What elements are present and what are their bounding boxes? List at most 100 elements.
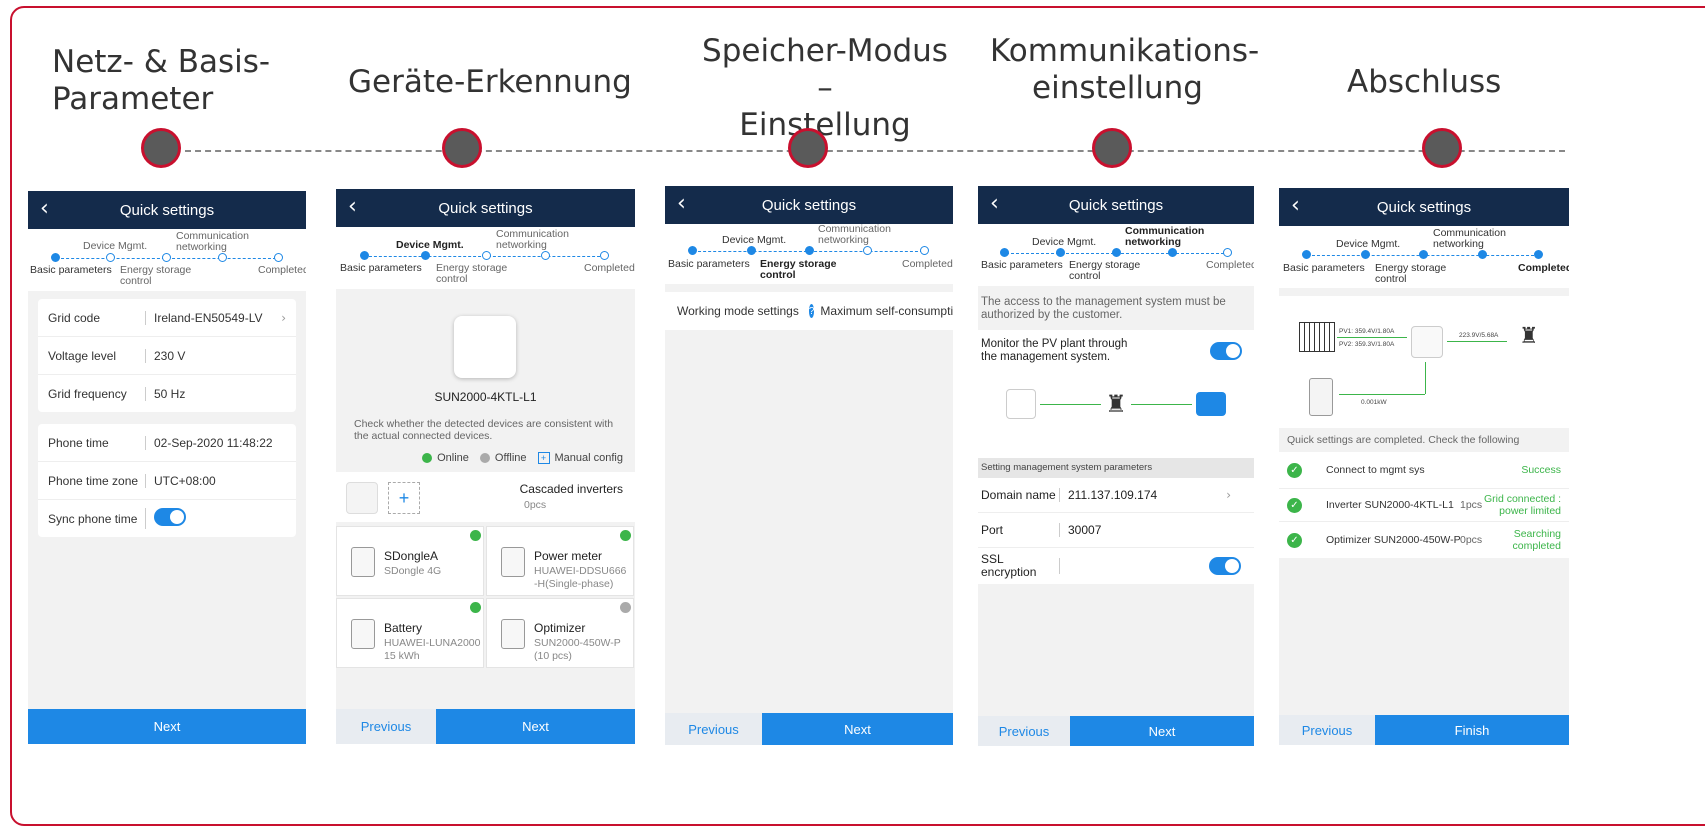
monitor-text: Monitor the PV plant through the managem… bbox=[981, 338, 1128, 363]
phone-time-row[interactable]: Phone time 02-Sep-2020 11:48:22 bbox=[38, 424, 296, 462]
device-sub: HUAWEI-LUNA2000 15 kWh bbox=[384, 637, 481, 662]
step-indicator: Basic parameters Device Mgmt. Energy sto… bbox=[28, 229, 306, 291]
next-button[interactable]: Next bbox=[762, 713, 953, 745]
check-item: Inverter SUN2000-4KTL-L1 bbox=[1326, 499, 1454, 511]
manual-config-icon: + bbox=[537, 452, 550, 464]
grid-code-row[interactable]: Grid code Ireland-EN50549-LV › bbox=[38, 299, 296, 337]
legend-manual: Manual config bbox=[554, 452, 624, 464]
step-dot-1 bbox=[51, 253, 60, 262]
row-value: UTC+08:00 bbox=[145, 473, 286, 488]
step-label-device: Device Mgmt. bbox=[396, 239, 464, 251]
back-arrow-icon[interactable]: ‹ bbox=[990, 191, 999, 216]
step-label-device: Device Mgmt. bbox=[1336, 238, 1401, 250]
sync-time-toggle[interactable] bbox=[154, 508, 186, 526]
device-sub: HUAWEI-DDSU666 -H(Single-phase) bbox=[534, 565, 627, 590]
device-name: Power meter bbox=[534, 549, 603, 563]
back-arrow-icon[interactable]: ‹ bbox=[348, 194, 357, 219]
previous-button[interactable]: Previous bbox=[665, 713, 762, 745]
step-label-storage-2: control bbox=[1069, 270, 1101, 282]
port-value: 30007 bbox=[1059, 523, 1251, 537]
monitor-toggle[interactable] bbox=[1210, 342, 1242, 360]
power-meter-icon bbox=[501, 547, 525, 577]
working-mode-row[interactable]: Working mode settings ? Maximum self-con… bbox=[665, 292, 953, 330]
step-label-basic: Basic parameters bbox=[981, 259, 1063, 271]
previous-button[interactable]: Previous bbox=[978, 716, 1070, 746]
next-button[interactable]: Next bbox=[436, 709, 635, 744]
online-status-icon bbox=[470, 602, 481, 613]
timeline-node-5 bbox=[1422, 128, 1462, 168]
status-legend: Online Offline + Manual config bbox=[422, 452, 623, 464]
app-header: ‹ Quick settings bbox=[336, 189, 635, 227]
step-dot-1 bbox=[1000, 248, 1009, 257]
step-label-completed: Completed bbox=[1206, 259, 1254, 271]
step-label-device: Device Mgmt. bbox=[83, 240, 148, 252]
screen-title: Quick settings bbox=[1376, 198, 1472, 216]
step-indicator: Basic parameters Device Mgmt. Energy sto… bbox=[336, 227, 635, 289]
step-indicator: Basic parameters Device Mgmt. Energy sto… bbox=[665, 224, 953, 284]
back-arrow-icon[interactable]: ‹ bbox=[40, 196, 49, 221]
check-status: Grid connected : power limited bbox=[1483, 493, 1561, 517]
ssl-toggle[interactable] bbox=[1209, 557, 1241, 575]
step-label-basic: Basic parameters bbox=[1283, 262, 1365, 274]
chevron-right-icon: › bbox=[281, 310, 286, 325]
device-card-battery[interactable]: Battery HUAWEI-LUNA2000 15 kWh bbox=[336, 598, 484, 668]
online-status-icon bbox=[620, 530, 631, 541]
pv2-reading: PV2: 359.3V/1.80A bbox=[1339, 341, 1395, 348]
previous-button[interactable]: Previous bbox=[336, 709, 436, 744]
row-label: Grid code bbox=[48, 310, 101, 325]
device-name: Battery bbox=[384, 621, 423, 635]
app-header: ‹ Quick settings bbox=[1279, 188, 1569, 226]
step-dot-5 bbox=[1223, 248, 1232, 257]
step-dot-3 bbox=[805, 246, 814, 255]
inverter-model: SUN2000-4KTL-L1 bbox=[434, 390, 537, 404]
add-inverter-button[interactable]: + bbox=[388, 482, 420, 514]
device-name: Optimizer bbox=[534, 621, 586, 635]
next-button[interactable]: Next bbox=[28, 709, 306, 744]
step-label-storage-2: control bbox=[760, 269, 796, 281]
connection-diagram: ♜ bbox=[1006, 382, 1227, 426]
step-dot-2 bbox=[1361, 250, 1370, 259]
cloud-monitor-icon bbox=[1196, 392, 1227, 416]
row-label: Phone time bbox=[48, 435, 109, 450]
step-dot-4 bbox=[1168, 248, 1177, 257]
domain-label: Domain name bbox=[981, 488, 1056, 502]
row-label: Sync phone time bbox=[48, 511, 138, 526]
device-card-optimizer[interactable]: Optimizer SUN2000-450W-P (10 pcs) bbox=[486, 598, 634, 668]
grid-frequency-row[interactable]: Grid frequency 50 Hz bbox=[38, 375, 296, 412]
step-dot-4 bbox=[541, 251, 550, 260]
solar-panel-icon bbox=[1299, 322, 1335, 352]
completion-summary: Quick settings are completed. Check the … bbox=[1287, 434, 1520, 446]
port-row[interactable]: Port 30007 bbox=[978, 513, 1254, 548]
phone-time-zone-row[interactable]: Phone time zone UTC+08:00 bbox=[38, 462, 296, 500]
phase-title-completion: Abschluss bbox=[1347, 64, 1502, 100]
check-status: Success bbox=[1521, 464, 1561, 476]
voltage-level-row[interactable]: Voltage level 230 V bbox=[38, 337, 296, 375]
help-icon[interactable]: ? bbox=[808, 304, 815, 318]
link-line bbox=[1040, 403, 1102, 405]
cascaded-count: 0pcs bbox=[524, 499, 547, 511]
back-arrow-icon[interactable]: ‹ bbox=[1291, 193, 1300, 218]
step-label-comm-2: networking bbox=[176, 241, 227, 253]
device-card-sdongle[interactable]: SDongleA SDongle 4G bbox=[336, 526, 484, 596]
battery-icon bbox=[351, 619, 375, 649]
step-indicator: Basic parameters Device Mgmt. Energy sto… bbox=[978, 224, 1254, 286]
step-dot-5 bbox=[600, 251, 609, 260]
monitor-section: Monitor the PV plant through the managem… bbox=[978, 330, 1254, 458]
step-label-comm-2: networking bbox=[1433, 238, 1484, 250]
phase-title-device-detection: Geräte-Erkennung bbox=[348, 64, 632, 100]
step-label-basic: Basic parameters bbox=[30, 264, 112, 276]
step-dot-2 bbox=[106, 253, 115, 262]
next-button[interactable]: Next bbox=[1070, 716, 1254, 746]
device-card-power-meter[interactable]: Power meter HUAWEI-DDSU666 -H(Single-phas… bbox=[486, 526, 634, 596]
footer-bar: Previous Next bbox=[665, 713, 953, 745]
device-sub: SUN2000-450W-P (10 pcs) bbox=[534, 637, 621, 662]
previous-button[interactable]: Previous bbox=[1279, 715, 1375, 745]
domain-name-row[interactable]: Domain name 211.137.109.174 › bbox=[978, 478, 1254, 513]
row-value: 02-Sep-2020 11:48:22 bbox=[145, 435, 286, 450]
step-label-comm-2: networking bbox=[818, 234, 869, 246]
row-label: Phone time zone bbox=[48, 473, 139, 488]
back-arrow-icon[interactable]: ‹ bbox=[677, 191, 686, 216]
port-label: Port bbox=[981, 523, 1004, 537]
finish-button[interactable]: Finish bbox=[1375, 715, 1569, 745]
screen-title: Quick settings bbox=[761, 196, 857, 214]
